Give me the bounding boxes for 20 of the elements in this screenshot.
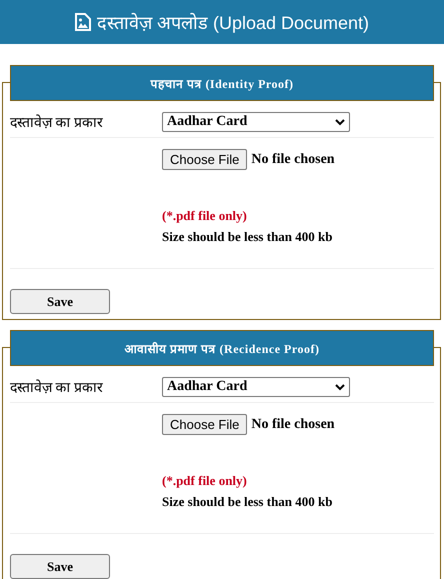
field-label: दस्तावेज़ का प्रकार xyxy=(10,378,104,397)
save-button[interactable]: Save xyxy=(10,554,110,579)
format-note: (*.pdf file only) xyxy=(162,473,247,489)
save-button[interactable]: Save xyxy=(10,289,110,314)
document-type-dropdown[interactable]: Aadhar Card xyxy=(162,377,350,397)
size-note: Size should be less than 400 kb xyxy=(162,229,332,245)
file-status: No file chosen xyxy=(251,416,335,432)
document-type-dropdown[interactable]: Aadhar Card xyxy=(162,112,350,132)
format-note: (*.pdf file only) xyxy=(162,208,247,224)
file-status: No file chosen xyxy=(251,152,335,168)
panel-title: आवासीय प्रमाण पत्र (Recidence Proof) xyxy=(10,330,434,366)
image-file-icon xyxy=(74,13,91,31)
size-note: Size should be less than 400 kb xyxy=(162,494,332,510)
page-title: दस्तावेज़ अपलोड (Upload Document) xyxy=(96,12,370,34)
chevron-down-icon xyxy=(335,384,345,390)
panel-title: पहचान पत्र (Identity Proof) xyxy=(10,65,434,101)
field-label: दस्तावेज़ का प्रकार xyxy=(10,114,104,132)
chevron-down-icon xyxy=(335,118,345,126)
choose-file-button[interactable]: Choose File xyxy=(162,414,248,435)
choose-file-button[interactable]: Choose File xyxy=(162,149,248,170)
